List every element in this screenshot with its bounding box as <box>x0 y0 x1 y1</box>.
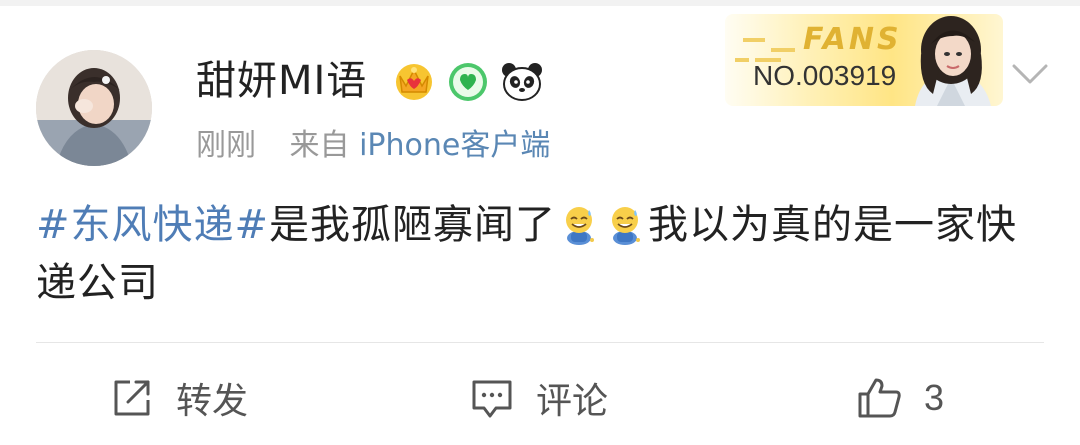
fans-number: NO.003919 <box>753 60 897 91</box>
crown-badge-icon[interactable] <box>390 56 438 104</box>
like-count: 3 <box>924 377 945 418</box>
post-time: 刚刚 <box>196 128 256 163</box>
green-heart-badge-icon[interactable] <box>444 56 492 104</box>
chevron-down-icon[interactable] <box>1010 60 1050 90</box>
post-meta: 刚刚 来自 iPhone客户端 <box>196 124 550 168</box>
fans-card-portrait <box>901 14 1003 106</box>
post-text: #东风快递#是我孤陋寡闻了 我以为真的是一家快递公司 <box>36 196 1046 312</box>
forward-label: 转发 <box>176 381 249 422</box>
forward-icon <box>114 380 150 416</box>
username[interactable]: 甜妍MI语 <box>196 56 367 106</box>
comment-label: 评论 <box>536 381 609 422</box>
source-prefix: 来自 <box>289 128 350 163</box>
top-separator <box>0 0 1080 6</box>
sweat-smile-emoji-icon <box>559 202 599 246</box>
thumbs-up-icon <box>858 378 901 418</box>
weibo-post-card: 甜妍MI语 刚刚 来自 iPhone客户端 FANS NO.003919 #东风… <box>0 0 1080 445</box>
avatar[interactable] <box>36 50 152 166</box>
post-text-part1: 是我孤陋寡闻了 <box>269 202 557 248</box>
client-link[interactable]: iPhone客户端 <box>359 128 550 163</box>
panda-badge-icon[interactable] <box>498 56 546 104</box>
comment-button[interactable]: 评论 <box>468 372 608 424</box>
like-button[interactable]: 3 <box>856 372 944 424</box>
fans-title: FANS <box>803 22 902 57</box>
hashtag-link[interactable]: #东风快递# <box>36 202 269 248</box>
divider <box>36 342 1044 343</box>
forward-button[interactable]: 转发 <box>108 372 248 424</box>
comment-icon <box>472 380 512 418</box>
fans-card[interactable]: FANS NO.003919 <box>725 14 1003 106</box>
sweat-smile-emoji-icon <box>605 202 645 246</box>
